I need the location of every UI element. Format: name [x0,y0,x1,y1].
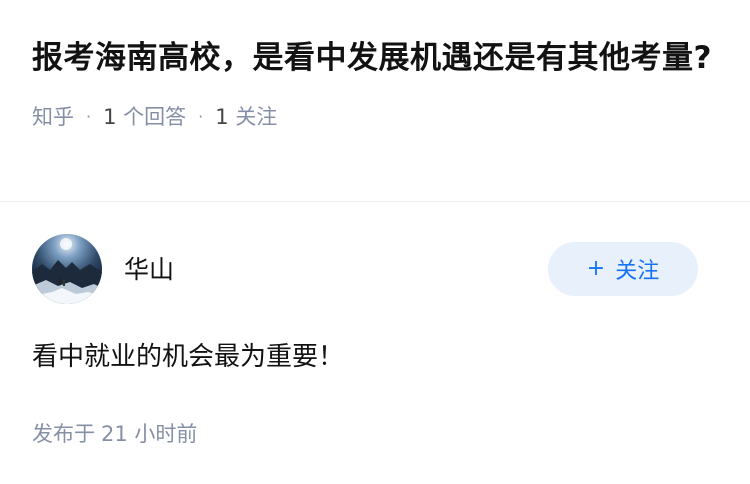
question-meta: 知乎 · 1 个回答 · 1 关注 [32,102,722,130]
avatar-image [32,234,102,304]
answer-count-label: 个回答 [123,105,187,129]
follow-count-link[interactable]: 1 关注 [215,101,277,131]
answer-count-link[interactable]: 1 个回答 [103,101,186,131]
avatar[interactable] [32,234,102,304]
follow-button[interactable]: + 关注 [548,242,698,296]
author-row: 华山 + 关注 [32,234,698,304]
time-value: 21 小时前 [101,422,198,446]
plus-icon: + [586,256,606,281]
author-name[interactable]: 华山 [124,250,174,286]
question-title[interactable]: 报考海南高校，是看中发展机遇还是有其他考量? [32,36,722,80]
source-label[interactable]: 知乎 [32,101,74,131]
answer-content[interactable]: 看中就业的机会最为重要！ [32,338,344,376]
answer-timestamp: 发布于 21 小时前 [32,418,197,448]
follow-count: 1 [215,105,229,129]
follow-button-label: 关注 [615,259,660,284]
answer-count: 1 [103,105,117,129]
follow-count-label: 关注 [235,105,278,129]
meta-separator-dot: · [86,106,92,126]
question-header: 报考海南高校，是看中发展机遇还是有其他考量? 知乎 · 1 个回答 · 1 关注 [32,36,722,130]
time-prefix: 发布于 [32,422,95,446]
section-divider [0,201,750,202]
meta-separator-dot: · [198,106,204,126]
